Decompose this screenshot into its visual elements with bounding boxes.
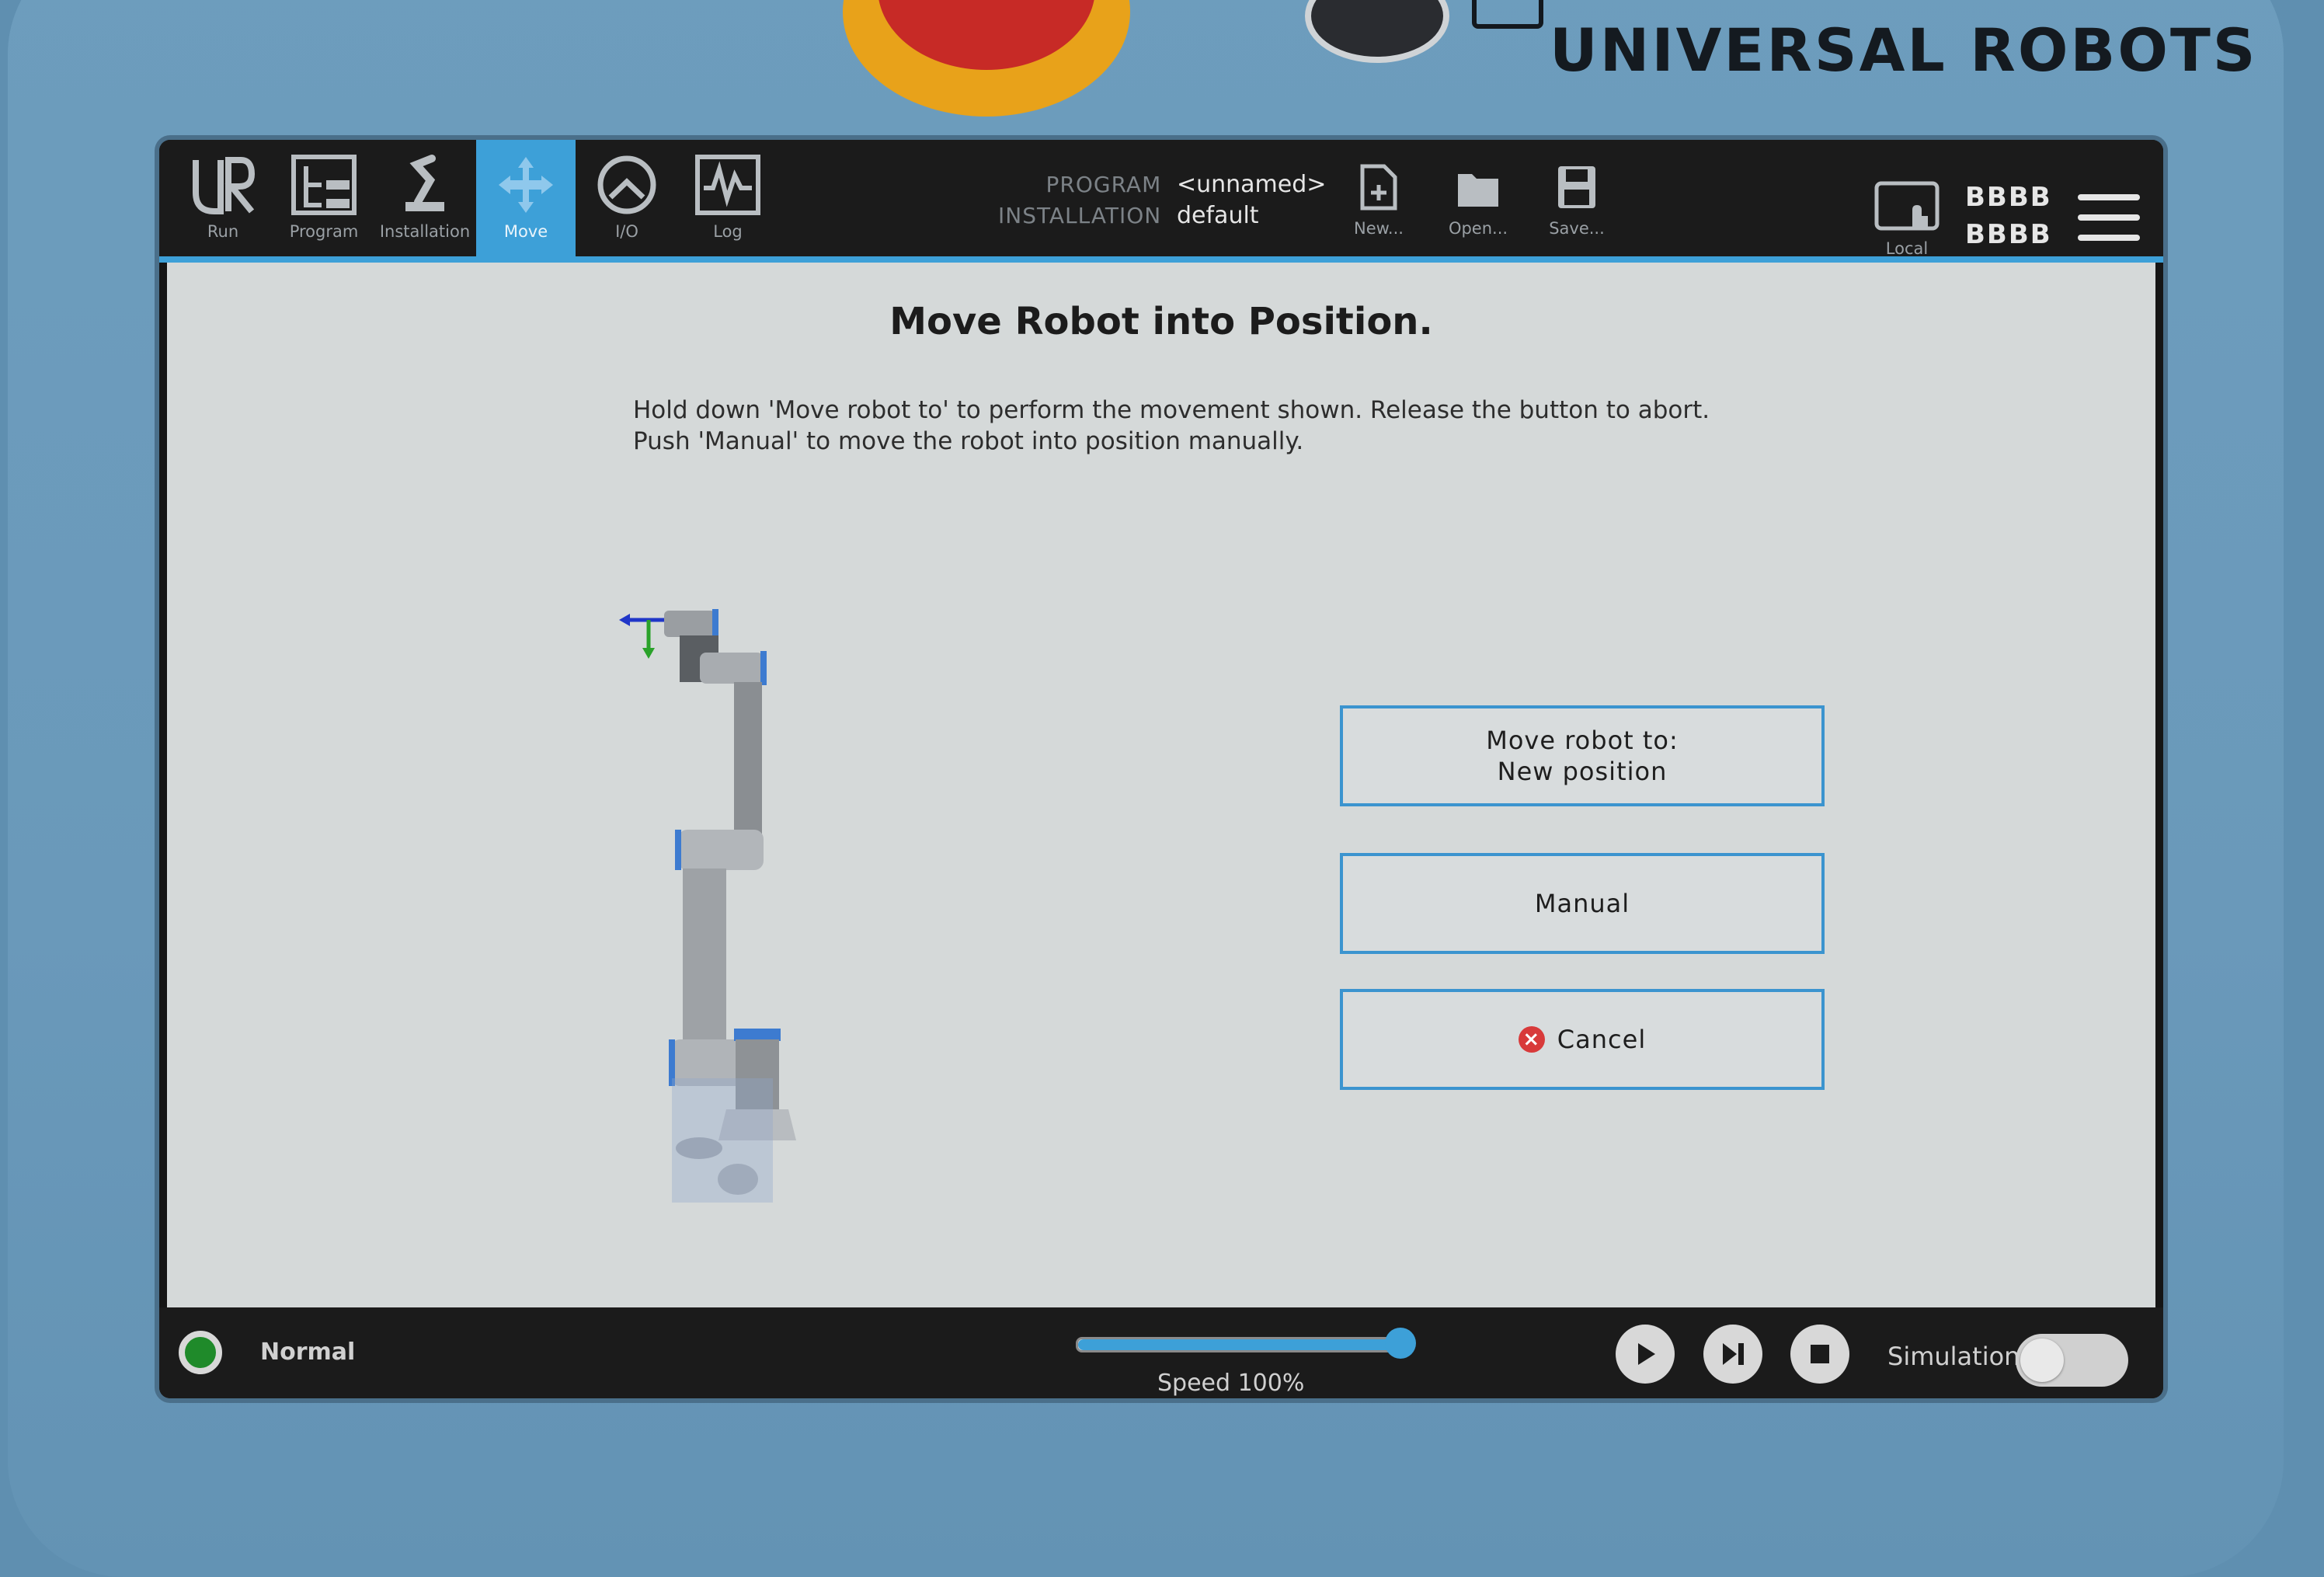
x-axis-arrowhead: [619, 614, 630, 626]
speed-slider-handle[interactable]: [1385, 1328, 1416, 1359]
header-bar: Run Program Installation Move I/O Log PR…: [159, 140, 2163, 263]
manual-button-label: Manual: [1534, 889, 1630, 918]
tab-run[interactable]: Run: [173, 140, 273, 256]
tab-move[interactable]: Move: [476, 140, 576, 256]
simulation-toggle[interactable]: [2016, 1334, 2128, 1387]
manual-button[interactable]: Manual: [1340, 853, 1825, 954]
simulation-label: Simulation: [1887, 1342, 2020, 1371]
page-title: Move Robot into Position.: [889, 300, 1433, 343]
tab-installation[interactable]: Installation: [375, 140, 475, 256]
local-label: Local: [1885, 239, 1929, 258]
local-tablet-icon: [1874, 181, 1940, 231]
tab-program[interactable]: Program: [274, 140, 374, 256]
robot-status: Normal: [260, 1339, 356, 1366]
move-arrows-icon: [499, 157, 553, 213]
ur-logo-icon: [193, 157, 256, 214]
instructions: Hold down 'Move robot to' to perform the…: [633, 395, 1798, 457]
robot-name-line2: BBBB: [1965, 219, 2052, 250]
y-axis-arrowhead: [642, 648, 655, 659]
teach-pendant-screen: Run Program Installation Move I/O Log PR…: [159, 140, 2163, 1398]
tool-flange-cap: [712, 609, 718, 639]
program-label: PROGRAM: [1045, 172, 1162, 197]
log-waveform-icon: [695, 155, 760, 215]
robot-name: BBBB BBBB: [1965, 179, 2052, 253]
wrist-2-cap: [760, 651, 767, 685]
installation-label: INSTALLATION: [998, 203, 1162, 228]
io-gauge-icon: [597, 155, 656, 214]
move-button-line1: Move robot to:: [1486, 726, 1679, 755]
move-robot-to-button[interactable]: Move robot to: New position: [1340, 705, 1825, 806]
tab-move-label: Move: [503, 222, 548, 241]
wrist-2: [700, 653, 764, 684]
tool-flange: [664, 611, 715, 637]
tab-io[interactable]: I/O: [577, 140, 677, 256]
speed-label: Speed 100%: [1157, 1370, 1305, 1397]
main-content: Move Robot into Position. Hold down 'Mov…: [167, 263, 2155, 1398]
brand-name: UNIVERSAL ROBOTS: [1550, 16, 2258, 85]
base-ghost-ring-2: [718, 1164, 758, 1195]
program-info-labels: PROGRAM INSTALLATION: [998, 169, 1161, 232]
speed-slider-fill: [1078, 1339, 1404, 1350]
robot-name-line1: BBBB: [1965, 182, 2052, 213]
instruction-line-1: Hold down 'Move robot to' to perform the…: [633, 396, 1710, 424]
stop-icon: [1811, 1345, 1829, 1363]
base-ghost-ring: [676, 1137, 722, 1159]
step-forward-icon: [1723, 1343, 1744, 1365]
move-button-line2: New position: [1497, 757, 1668, 786]
elbow-joint: [678, 830, 764, 870]
tab-program-label: Program: [289, 222, 359, 241]
new-button[interactable]: New...: [1340, 163, 1418, 252]
instruction-line-2: Push 'Manual' to move the robot into pos…: [633, 427, 1304, 455]
footer-bar: Normal Speed 100% Simulation: [159, 1307, 2163, 1398]
tab-installation-label: Installation: [379, 222, 471, 241]
save-disk-icon: [1558, 166, 1595, 208]
save-button[interactable]: Save...: [1538, 163, 1616, 252]
tab-log[interactable]: Log: [678, 140, 778, 256]
new-file-icon: [1360, 164, 1397, 211]
open-label: Open...: [1448, 219, 1508, 238]
folder-open-icon: [1458, 174, 1498, 207]
forearm: [734, 682, 762, 837]
robot-3d-preview: [619, 609, 796, 1203]
program-info-values: <unnamed> default: [1177, 169, 1326, 232]
status-indicator-icon[interactable]: [179, 1331, 222, 1374]
brand-logo-icon: [1472, 0, 1543, 29]
stop-button[interactable]: [1790, 1325, 1849, 1384]
save-label: Save...: [1549, 219, 1605, 238]
program-name: <unnamed>: [1177, 171, 1327, 198]
play-button[interactable]: [1616, 1325, 1675, 1384]
step-button[interactable]: [1703, 1325, 1762, 1384]
play-icon: [1638, 1343, 1655, 1365]
simulation-toggle-knob: [2020, 1339, 2064, 1382]
open-button[interactable]: Open...: [1439, 163, 1517, 252]
robot-arm-icon: [405, 155, 444, 211]
cancel-button-label: Cancel: [1557, 1025, 1647, 1054]
upper-arm: [683, 869, 726, 1047]
hamburger-menu-icon[interactable]: [2078, 194, 2140, 249]
speed-slider[interactable]: [1076, 1337, 1407, 1352]
emergency-stop-cap[interactable]: [878, 0, 1095, 70]
cancel-button[interactable]: × Cancel: [1340, 989, 1825, 1090]
local-control-button[interactable]: Local: [1868, 179, 1946, 264]
tab-run-label: Run: [207, 222, 239, 241]
program-tree-icon: [291, 155, 357, 215]
installation-name: default: [1177, 202, 1259, 229]
tab-log-label: Log: [713, 222, 743, 241]
new-label: New...: [1354, 219, 1404, 238]
tab-io-label: I/O: [615, 222, 638, 241]
cancel-x-icon: ×: [1518, 1026, 1545, 1053]
elbow-cap: [675, 830, 681, 870]
base-joint-cap: [734, 1029, 781, 1041]
